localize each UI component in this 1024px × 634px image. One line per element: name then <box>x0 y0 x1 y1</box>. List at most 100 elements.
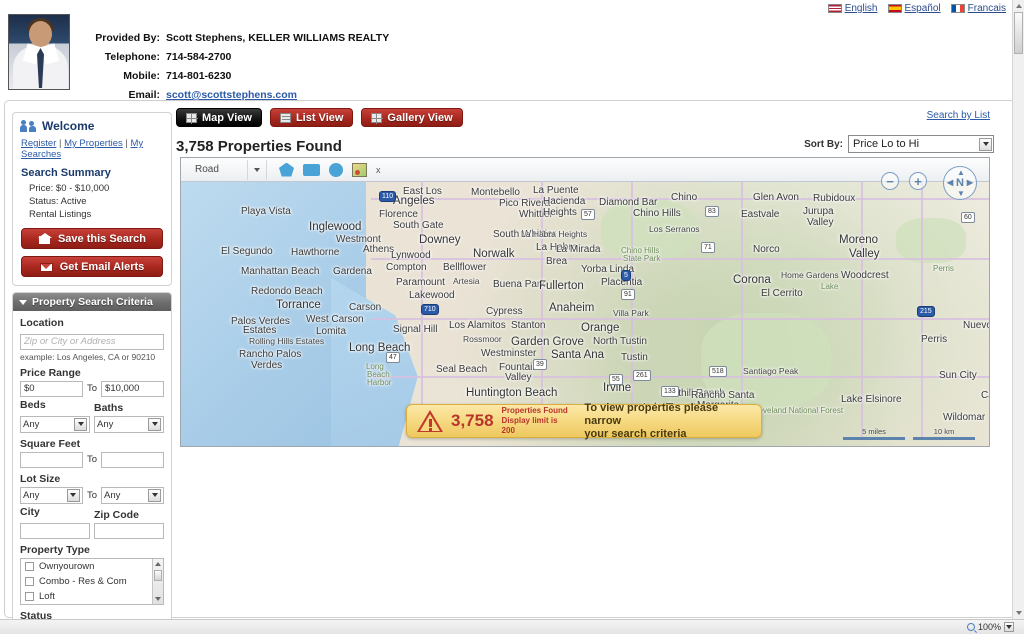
warning-triangle-icon <box>417 409 443 433</box>
language-label-english[interactable]: English <box>845 3 878 14</box>
tab-gallery-view[interactable]: Gallery View <box>361 108 463 127</box>
map-label: Santa Ana <box>551 349 605 361</box>
image-overlay-tool-icon[interactable] <box>352 162 367 177</box>
map-highway-shield: 215 <box>917 306 935 317</box>
save-search-button[interactable]: Save this Search <box>21 228 163 249</box>
map-view-mode-dropdown[interactable] <box>247 159 267 180</box>
pan-east-icon[interactable]: ▶ <box>967 178 973 187</box>
rectangle-tool-icon[interactable] <box>303 163 320 176</box>
tab-map-view[interactable]: Map View <box>176 108 262 127</box>
circle-tool-icon[interactable] <box>329 162 343 177</box>
map-highway-shield: 518 <box>709 366 727 377</box>
map-zoom-in-button[interactable]: + <box>909 172 927 190</box>
map-label: Woodcrest <box>841 270 889 281</box>
search-sidebar: Welcome Register | My Properties | My Se… <box>12 112 172 634</box>
property-type-scrollbar[interactable] <box>152 558 163 604</box>
pan-south-icon[interactable]: ▼ <box>957 189 965 198</box>
scale-km: 10 km <box>913 427 975 440</box>
browser-zoom-indicator[interactable]: 100% <box>966 622 1014 632</box>
property-type-item[interactable]: Ownyourown <box>21 559 163 574</box>
zip-input[interactable] <box>94 522 164 539</box>
sort-select[interactable]: Price Lo to Hi <box>848 135 994 153</box>
map-label: Nuevo <box>963 320 990 331</box>
compass-north-label: N <box>956 177 964 189</box>
map-label: Home Gardens <box>781 270 839 280</box>
map-view-mode-label[interactable]: Road <box>189 164 247 175</box>
property-type-checkbox[interactable] <box>25 576 34 586</box>
agent-telephone-row: Telephone: 714-584-2700 <box>82 50 389 65</box>
property-type-list[interactable]: Ownyourown Combo - Res & Com Loft <box>20 557 164 605</box>
zoom-chevron-down-icon[interactable] <box>1004 622 1014 632</box>
map-label: Estates <box>243 325 277 336</box>
price-range-row: To <box>20 380 165 397</box>
map-highway-shield: 91 <box>621 289 635 300</box>
city-input[interactable] <box>20 522 90 539</box>
map-label: North Tustin <box>593 336 647 347</box>
page-scrollbar-thumb[interactable] <box>1014 12 1023 54</box>
map-label: Rancho Palos <box>239 349 302 360</box>
pan-west-icon[interactable]: ◀ <box>947 178 953 187</box>
location-input[interactable] <box>20 333 164 350</box>
scroll-up-icon[interactable] <box>1016 4 1022 8</box>
scrollbar-thumb[interactable] <box>154 569 162 581</box>
beds-chevron-down-icon <box>74 417 87 431</box>
city-zip-labels: City Zip Code <box>20 504 164 523</box>
price-max-input[interactable] <box>101 380 165 397</box>
language-option-spanish[interactable]: Español <box>887 3 941 14</box>
map-label: Lake Elsinore <box>841 394 902 405</box>
map-label: State Park <box>623 254 661 263</box>
language-label-french[interactable]: Francais <box>968 3 1006 14</box>
notice-display-limit: Display limit is 200 <box>501 416 558 435</box>
map-label: Hawthorne <box>291 247 340 258</box>
clear-shapes-button[interactable]: x <box>376 165 381 175</box>
property-type-item[interactable]: Combo - Res & Com <box>21 574 163 589</box>
criteria-header[interactable]: Property Search Criteria <box>13 293 171 311</box>
property-type-item[interactable]: Loft <box>21 589 163 604</box>
sqft-min-input[interactable] <box>20 451 83 468</box>
polygon-tool-icon[interactable] <box>279 162 294 177</box>
property-type-checkbox[interactable] <box>25 561 34 571</box>
scroll-down-icon[interactable] <box>1016 611 1022 615</box>
language-option-french[interactable]: Francais <box>950 3 1006 14</box>
map-label: Tustin <box>621 352 648 363</box>
mobile-value: 714-801-6230 <box>166 70 232 82</box>
map-container[interactable]: Playa Vista Inglewood Florence Angeles East … <box>180 157 990 447</box>
map-label: Verdes <box>251 360 283 371</box>
map-label: La Mirada <box>556 244 601 255</box>
property-type-checkbox[interactable] <box>25 591 34 601</box>
lot-max-select[interactable]: Any <box>101 486 165 504</box>
scroll-down-icon[interactable] <box>155 596 161 601</box>
map-label: Valley <box>807 217 834 228</box>
agent-contact-details: Provided By: Scott Stephens, KELLER WILL… <box>82 31 389 107</box>
map-label: Anaheim <box>549 302 595 314</box>
register-link[interactable]: Register <box>21 138 56 149</box>
map-zoom-out-button[interactable]: − <box>881 172 899 190</box>
lot-to-label: To <box>86 489 98 501</box>
beds-label: Beds <box>20 399 46 411</box>
email-alerts-button[interactable]: Get Email Alerts <box>21 256 163 277</box>
price-min-input[interactable] <box>20 380 83 397</box>
language-label-spanish[interactable]: Español <box>905 3 941 14</box>
map-label: Moreno <box>839 234 878 246</box>
scroll-up-icon[interactable] <box>155 561 161 566</box>
pan-north-icon[interactable]: ▲ <box>957 168 965 177</box>
map-label: Long Beach <box>349 342 411 354</box>
baths-select[interactable]: Any <box>94 415 164 433</box>
page-scrollbar[interactable] <box>1012 0 1024 619</box>
baths-chevron-down-icon <box>148 417 161 431</box>
sort-by-label: Sort By: <box>804 138 843 150</box>
main-panel: Search by List Map View List View Galler… <box>176 108 1008 570</box>
my-properties-link[interactable]: My Properties <box>64 138 123 149</box>
search-by-list-link[interactable]: Search by List <box>927 110 990 121</box>
price-to-label: To <box>86 383 98 394</box>
map-highway-shield: 71 <box>701 242 715 253</box>
sqft-max-input[interactable] <box>101 451 165 468</box>
language-option-english[interactable]: English <box>827 3 878 14</box>
language-selector[interactable]: English Español Francais <box>827 3 1006 14</box>
beds-select[interactable]: Any <box>20 415 90 433</box>
lot-min-select[interactable]: Any <box>20 486 83 504</box>
map-compass-control[interactable]: ▲ ▼ ◀ ▶ N <box>943 166 977 200</box>
agent-mobile-row: Mobile: 714-801-6230 <box>82 69 389 84</box>
tab-list-view[interactable]: List View <box>269 108 354 127</box>
baths-value: Any <box>97 418 114 430</box>
